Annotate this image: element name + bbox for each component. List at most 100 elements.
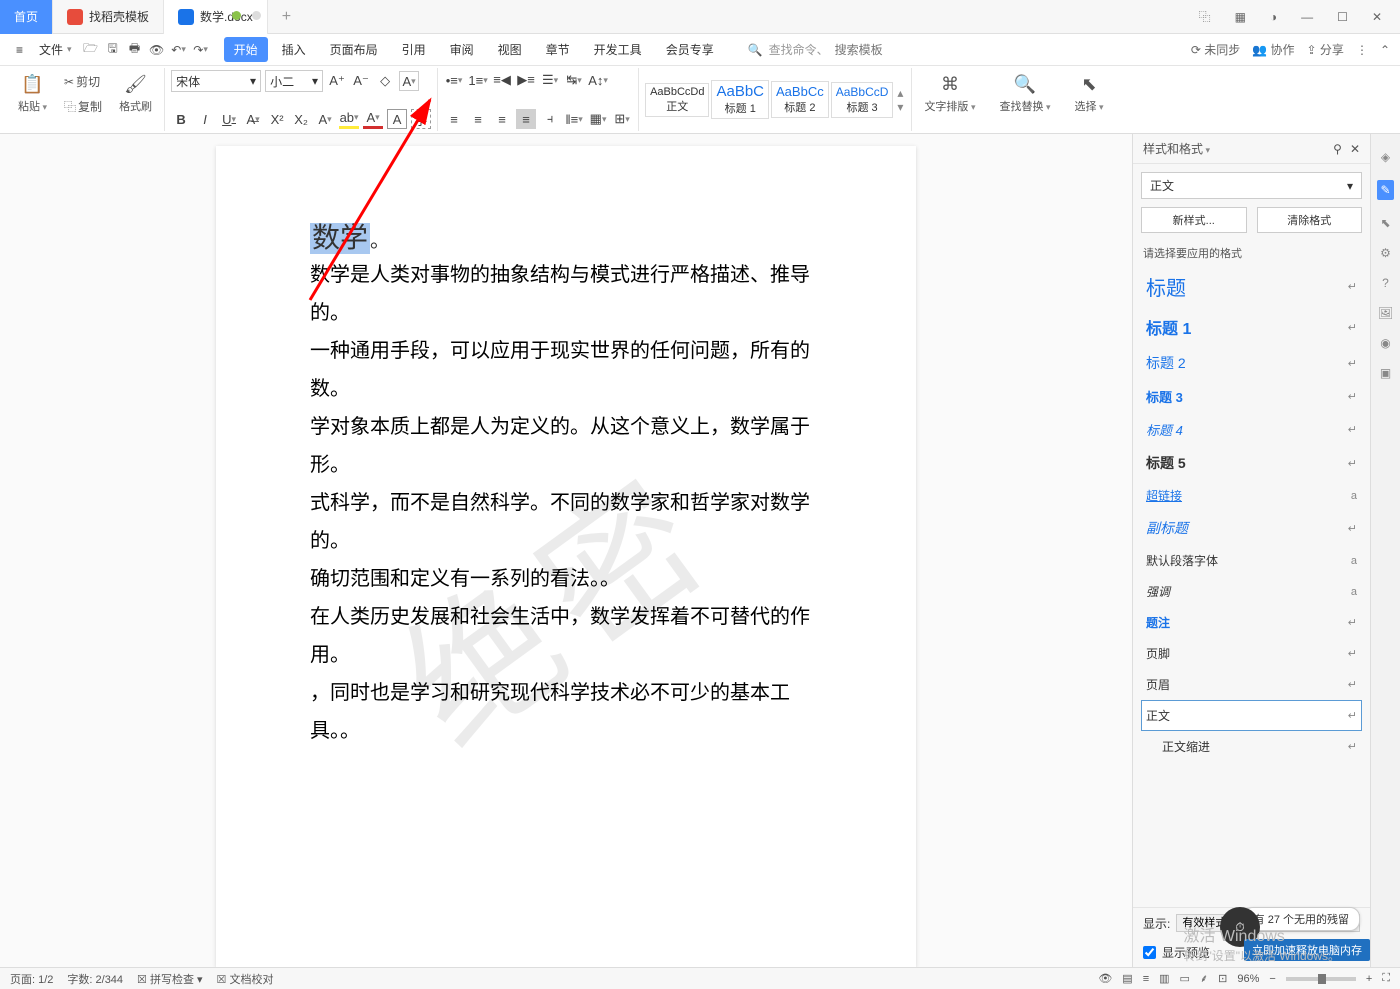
increase-font-icon[interactable]: A⁺ xyxy=(327,71,347,91)
style-item[interactable]: 题注↵ xyxy=(1141,607,1362,638)
numbering-button[interactable]: 1≡ xyxy=(468,70,488,90)
style-normal[interactable]: AaBbCcDd正文 xyxy=(645,83,709,117)
text-layout-button[interactable]: ⌘文字排版 xyxy=(918,70,981,116)
new-style-button[interactable]: 新样式... xyxy=(1141,207,1247,233)
menu-tab-chapter[interactable]: 章节 xyxy=(536,37,580,62)
collapse-ribbon-icon[interactable]: ⌃ xyxy=(1380,43,1390,57)
shading-button[interactable]: ▦ xyxy=(588,109,608,129)
document-area[interactable]: 绝密 数学。 数学是人类对事物的抽象结构与模式进行严格描述、推导的。一种通用手段… xyxy=(0,134,1132,967)
new-tab-button[interactable]: + xyxy=(268,0,305,34)
decrease-font-icon[interactable]: A⁻ xyxy=(351,71,371,91)
align-right-button[interactable]: ≡ xyxy=(492,109,512,129)
underline-button[interactable]: U xyxy=(219,109,239,129)
diamond-icon[interactable]: ◈ xyxy=(1381,150,1390,164)
undo-button[interactable]: ↶ xyxy=(170,41,188,59)
location-icon[interactable]: ◉ xyxy=(1380,336,1390,350)
image-icon[interactable]: 🖼 xyxy=(1378,306,1393,320)
snap-to-grid-button[interactable]: ☰ xyxy=(540,70,560,90)
ruler-icon[interactable]: ⸙ xyxy=(1200,971,1208,986)
spellcheck-toggle[interactable]: ☒ 拼写检查 ▾ xyxy=(137,971,203,987)
tab-home[interactable]: 首页 xyxy=(0,0,53,34)
font-size-select[interactable]: 小二▾ xyxy=(265,70,323,92)
view-print-icon[interactable]: ▤ xyxy=(1122,972,1132,985)
share-button[interactable]: ⇪ 分享 xyxy=(1307,41,1344,58)
strike-button[interactable]: A̶ xyxy=(243,109,263,129)
tab-document[interactable]: 数学.docx xyxy=(164,0,268,34)
distribute-button[interactable]: ⫞ xyxy=(540,109,560,129)
page-indicator[interactable]: 页面: 1/2 xyxy=(10,971,53,987)
bold-button[interactable]: B xyxy=(171,109,191,129)
style-item[interactable]: 标题↵ xyxy=(1141,265,1362,308)
proof-toggle[interactable]: ☒ 文档校对 xyxy=(217,971,274,987)
select-mode-icon[interactable]: ⬉ xyxy=(1380,216,1390,230)
present-icon[interactable]: ▣ xyxy=(1380,366,1391,380)
clear-format-button[interactable]: 清除格式 xyxy=(1257,207,1363,233)
maximize-button[interactable]: ☐ xyxy=(1331,6,1354,28)
redo-button[interactable]: ↷ xyxy=(192,41,210,59)
select-button[interactable]: ⬉选择 xyxy=(1069,70,1110,116)
settings-icon[interactable]: ⚙ xyxy=(1380,246,1391,260)
decrease-indent-button[interactable]: ≡◀ xyxy=(492,70,512,90)
style-item[interactable]: 标题 3↵ xyxy=(1141,380,1362,413)
zoom-out-button[interactable]: − xyxy=(1269,973,1275,985)
superscript-button[interactable]: X² xyxy=(267,109,287,129)
highlight-button[interactable]: ab xyxy=(339,109,359,129)
font-color-button[interactable]: A xyxy=(363,109,383,129)
text-direction-button[interactable]: A↕ xyxy=(588,70,608,90)
bullets-button[interactable]: •≡ xyxy=(444,70,464,90)
style-item[interactable]: 默认段落字体a xyxy=(1141,545,1362,576)
search-input[interactable] xyxy=(835,43,915,57)
zoom-fit-icon[interactable]: ⊡ xyxy=(1218,972,1227,985)
enclose-char-button[interactable]: 字 xyxy=(411,109,431,129)
style-item[interactable]: 标题 5↵ xyxy=(1141,446,1362,480)
styles-tab-icon[interactable]: ✎ xyxy=(1377,180,1393,200)
zoom-value[interactable]: 96% xyxy=(1237,973,1259,985)
file-menu[interactable]: 文件 xyxy=(33,38,78,61)
borders-button[interactable]: ⊞ xyxy=(612,109,632,129)
close-dot-icon[interactable] xyxy=(252,11,261,20)
hamburger-icon[interactable]: ≡ xyxy=(10,40,29,60)
doc-body[interactable]: 数学是人类对事物的抽象结构与模式进行严格描述、推导的。一种通用手段，可以应用于现… xyxy=(310,256,822,750)
style-item[interactable]: 强调a xyxy=(1141,576,1362,607)
command-search[interactable]: 🔍 查找命令、 xyxy=(748,41,915,58)
style-item[interactable]: 标题 4↵ xyxy=(1141,413,1362,446)
style-h2[interactable]: AaBbCc标题 2 xyxy=(771,81,829,118)
menu-tab-vip[interactable]: 会员专享 xyxy=(656,37,724,62)
menu-tab-view[interactable]: 视图 xyxy=(488,37,532,62)
view-read-icon[interactable]: ▭ xyxy=(1180,972,1190,985)
menu-tab-layout[interactable]: 页面布局 xyxy=(320,37,388,62)
menu-tab-insert[interactable]: 插入 xyxy=(272,37,316,62)
sync-status[interactable]: ⟳ 未同步 xyxy=(1191,41,1240,58)
zoom-slider[interactable] xyxy=(1286,977,1356,981)
word-count[interactable]: 字数: 2/344 xyxy=(67,971,123,987)
close-window-button[interactable]: ✕ xyxy=(1366,6,1388,28)
align-center-button[interactable]: ≡ xyxy=(468,109,488,129)
subscript-button[interactable]: X₂ xyxy=(291,109,311,129)
find-replace-button[interactable]: 🔍查找替换 xyxy=(993,70,1056,116)
view-outline-icon[interactable]: ≡ xyxy=(1143,973,1149,985)
skin-icon[interactable]: ◑ xyxy=(1264,6,1283,28)
char-shading-button[interactable]: A xyxy=(387,109,407,129)
align-justify-button[interactable]: ≡ xyxy=(516,109,536,129)
fullscreen-icon[interactable]: ⛶ xyxy=(1382,972,1390,985)
clear-format-icon[interactable]: ◇ xyxy=(375,71,395,91)
style-item[interactable]: 副标题↵ xyxy=(1141,511,1362,545)
help-icon[interactable]: ? xyxy=(1382,276,1389,290)
print-preview-icon[interactable]: 👁 xyxy=(148,41,166,59)
tab-template[interactable]: 找稻壳模板 xyxy=(53,0,164,34)
line-spacing-button[interactable]: ‖≡ xyxy=(564,109,584,129)
style-item[interactable]: 页眉↵ xyxy=(1141,669,1362,700)
style-item[interactable]: 标题 1↵ xyxy=(1141,308,1362,346)
character-border-icon[interactable]: A xyxy=(399,71,419,91)
menu-tab-review[interactable]: 审阅 xyxy=(440,37,484,62)
pin-icon[interactable]: ⚲ xyxy=(1333,142,1342,156)
paste-button[interactable]: 📋粘贴 xyxy=(12,70,53,116)
zoom-in-button[interactable]: + xyxy=(1366,973,1372,985)
menu-tab-start[interactable]: 开始 xyxy=(224,37,268,62)
doc-title[interactable]: 数学 xyxy=(310,223,370,254)
layout-icon[interactable]: ⿻ xyxy=(1193,4,1217,29)
minimize-button[interactable]: — xyxy=(1295,6,1319,28)
tab-marks-button[interactable]: ↹ xyxy=(564,70,584,90)
text-effects-button[interactable]: A xyxy=(315,109,335,129)
style-h3[interactable]: AaBbCcD标题 3 xyxy=(831,82,894,118)
